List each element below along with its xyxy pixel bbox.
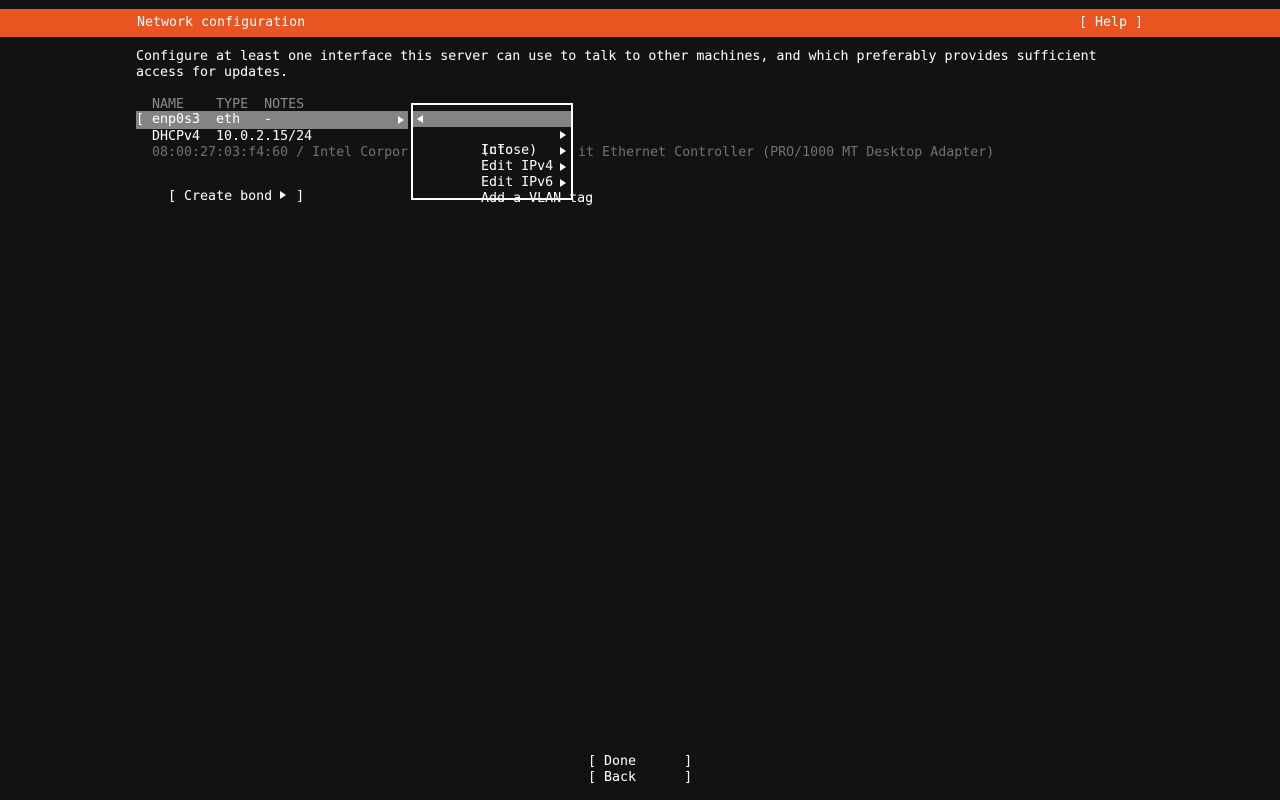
- done-button[interactable]: [ Done ]: [588, 754, 692, 770]
- nic-row-label: [ enp0s3 eth -: [136, 112, 273, 127]
- intro-text: Configure at least one interface this se…: [136, 49, 1097, 81]
- nic-row-enp0s3[interactable]: [ enp0s3 eth -: [136, 111, 408, 129]
- menu-item-add-vlan-tag-label: Add a VLAN tag: [481, 191, 594, 206]
- menu-item-edit-ipv4[interactable]: Edit IPv4: [413, 143, 571, 174]
- menu-item-edit-ipv6[interactable]: Edit IPv6: [413, 159, 571, 190]
- arrow-right-icon: [280, 191, 287, 199]
- arrow-right-icon: [398, 116, 404, 124]
- network-config-screen: Network configuration [ Help ] Configure…: [0, 0, 1280, 800]
- arrow-right-icon: [560, 131, 566, 139]
- page-title: Network configuration: [137, 15, 306, 30]
- arrow-left-icon: [417, 115, 423, 123]
- back-button[interactable]: [ Back ]: [588, 770, 692, 786]
- arrow-right-icon: [560, 147, 566, 155]
- nic-hw-info-left: 08:00:27:03:f4:60 / Intel Corpor: [136, 145, 409, 160]
- menu-item-add-vlan-tag[interactable]: Add a VLAN tag: [413, 175, 593, 206]
- create-bond-button[interactable]: [ Create bond ]: [136, 173, 304, 221]
- nic-actions-menu: (close) Info Edit IPv4 Edit IPv6 Add a V…: [411, 103, 593, 206]
- intro-line-1: Configure at least one interface this se…: [136, 49, 1097, 64]
- create-bond-label-start: [ Create bond: [168, 189, 281, 204]
- help-button[interactable]: [ Help ]: [1079, 9, 1143, 37]
- arrow-right-icon: [560, 179, 566, 187]
- intro-line-2: access for updates.: [136, 65, 289, 80]
- arrow-right-icon: [560, 163, 566, 171]
- menu-item-info[interactable]: Info: [413, 127, 571, 158]
- nic-hw-info-right: it Ethernet Controller (PRO/1000 MT Desk…: [578, 145, 995, 160]
- nic-row-dhcp: DHCPv4 10.0.2.15/24: [136, 129, 313, 144]
- create-bond-label-end: ]: [288, 189, 305, 204]
- title-bar: Network configuration [ Help ]: [0, 9, 1280, 37]
- menu-item-close[interactable]: (close): [413, 111, 571, 158]
